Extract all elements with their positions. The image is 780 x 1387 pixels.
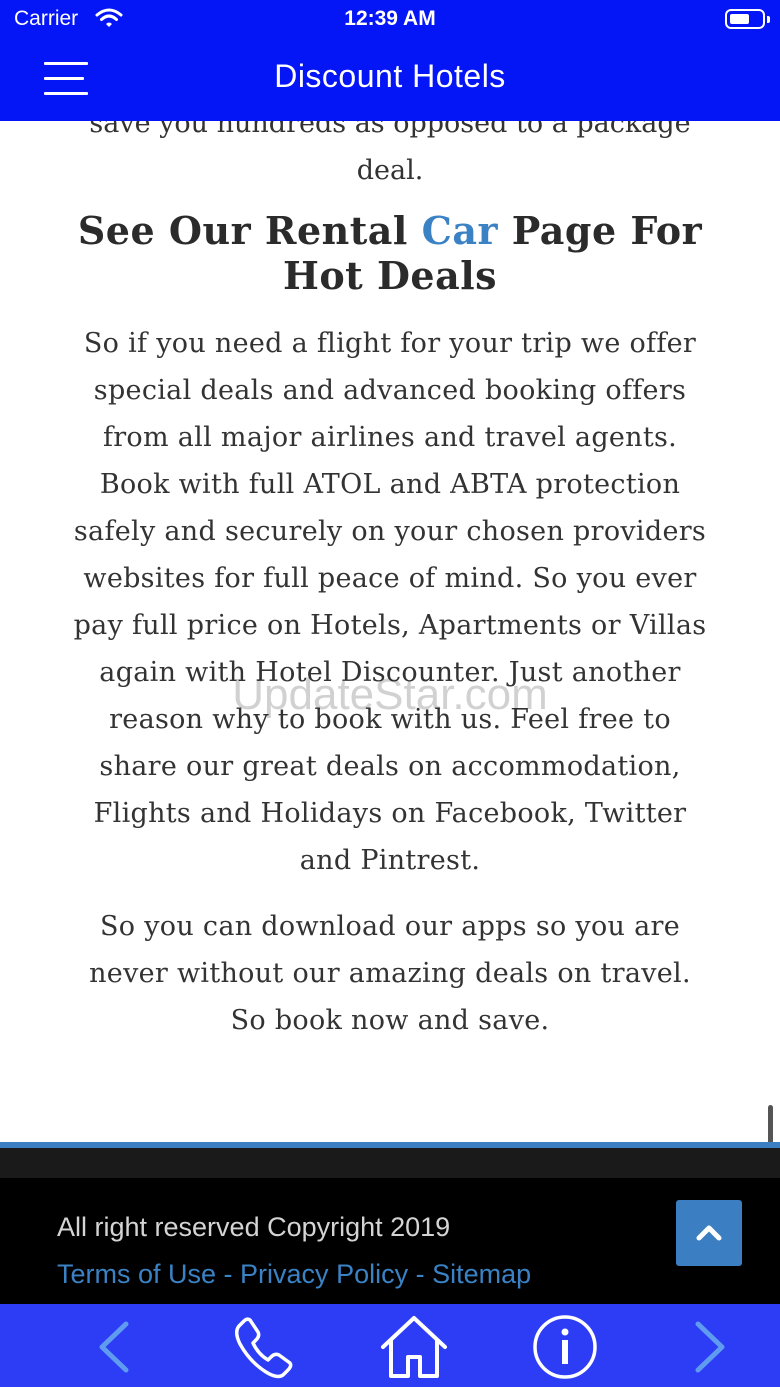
back-icon	[99, 1321, 129, 1373]
link-separator: -	[408, 1259, 433, 1289]
info-button[interactable]	[530, 1312, 600, 1382]
privacy-policy-link[interactable]: Privacy Policy	[240, 1259, 408, 1289]
footer-links: Terms of Use - Privacy Policy - Sitemap	[57, 1259, 531, 1290]
heading-text-start: See Our Rental	[77, 208, 422, 253]
phone-icon	[235, 1317, 293, 1379]
sitemap-link[interactable]: Sitemap	[432, 1259, 531, 1289]
paragraph-apps: So you can download our apps so you are …	[89, 911, 691, 1036]
battery-icon	[725, 9, 770, 29]
info-icon	[533, 1315, 597, 1379]
forward-button[interactable]	[686, 1312, 736, 1382]
paragraph-flights: So if you need a flight for your trip we…	[73, 328, 707, 876]
home-button[interactable]	[378, 1312, 450, 1382]
forward-icon	[695, 1321, 725, 1373]
back-button[interactable]	[88, 1312, 138, 1382]
app-header: Carrier 12:39 AM Discount Hotels	[0, 0, 780, 121]
page-title: Discount Hotels	[274, 58, 506, 94]
article-content: save you hundreds as opposed to a packag…	[70, 100, 710, 1044]
link-separator: -	[216, 1259, 241, 1289]
status-time: 12:39 AM	[344, 7, 436, 30]
terms-of-use-link[interactable]: Terms of Use	[57, 1259, 216, 1289]
bottom-toolbar	[0, 1304, 780, 1387]
section-heading: See Our Rental Car Page For Hot Deals	[70, 208, 710, 298]
heading-highlight-car: Car	[421, 208, 498, 253]
scroll-to-top-button[interactable]	[676, 1200, 742, 1266]
home-icon	[381, 1316, 447, 1378]
copyright-text: All right reserved Copyright 2019	[57, 1212, 451, 1242]
battery-cap	[767, 16, 770, 23]
footer: All right reserved Copyright 2019 Terms …	[0, 1178, 780, 1304]
chevron-up-icon	[696, 1225, 722, 1241]
status-bar: Carrier 12:39 AM	[0, 0, 780, 40]
footer-top-band	[0, 1148, 780, 1178]
call-button[interactable]	[228, 1312, 298, 1382]
battery-level	[730, 14, 749, 24]
